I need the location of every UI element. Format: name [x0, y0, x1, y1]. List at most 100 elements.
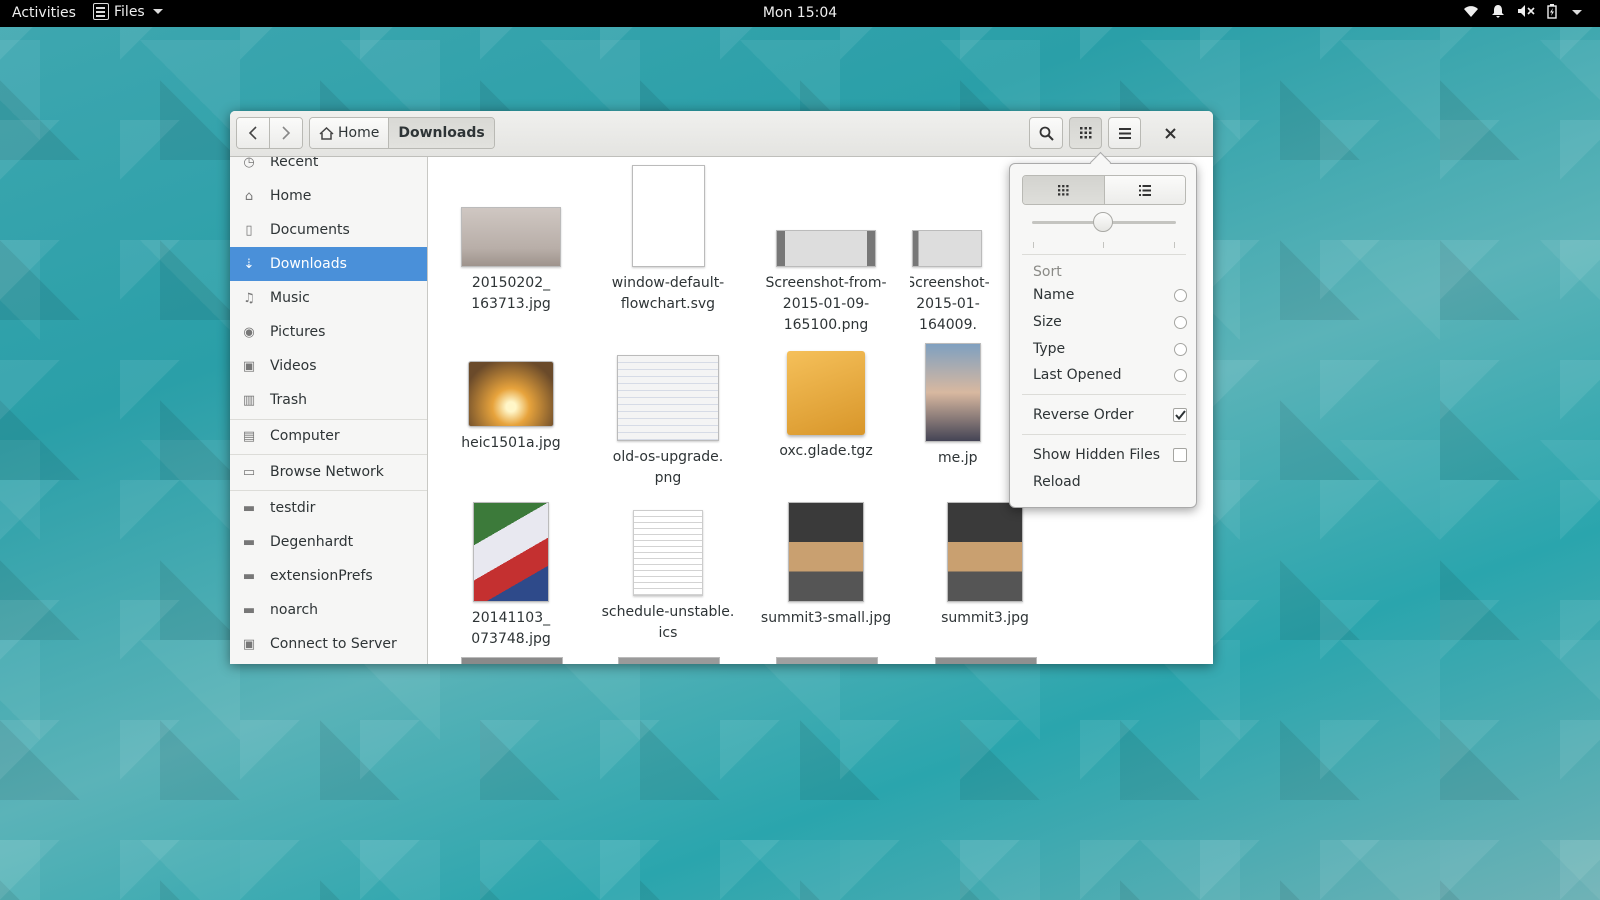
close-button[interactable] — [1154, 117, 1186, 149]
caret-down-icon — [152, 9, 163, 14]
sidebar-item-label: Degenhardt — [270, 534, 354, 550]
sidebar-item-extensionprefs[interactable]: ▬ extensionPrefs — [230, 559, 427, 593]
list-view-button[interactable] — [1103, 176, 1185, 204]
file-item[interactable]: 20141103_ 073748.jpg — [436, 502, 586, 650]
file-name: Screenshot-from- 2015-01-09- 165100.png — [765, 275, 887, 333]
sidebar-item-connect-to-server[interactable]: ▣ Connect to Server — [230, 627, 427, 661]
sidebar-item-label: noarch — [270, 602, 319, 618]
file-thumbnail — [925, 343, 981, 442]
option-label: Type — [1033, 341, 1066, 357]
clock[interactable]: Mon 15:04 — [0, 5, 1600, 21]
sidebar-item-noarch[interactable]: ▬ noarch — [230, 593, 427, 627]
sort-size-option[interactable]: Size — [1033, 311, 1191, 333]
sidebar-item-trash[interactable]: ▥ Trash — [230, 383, 427, 417]
file-item[interactable]: window-default- flowchart.svg — [593, 165, 743, 315]
menu-button[interactable] — [1108, 117, 1141, 149]
sidebar-item-label: Downloads — [270, 256, 347, 272]
sidebar: ◷ Recent ⌂ Home ▯ Documents ⇣ Downloads … — [230, 157, 428, 664]
folder-icon: ▬ — [242, 568, 256, 584]
file-thumbnail — [461, 207, 561, 267]
file-thumbnail[interactable] — [935, 657, 1037, 664]
view-options-popover: Sort Name Size Type Last Opened Reverse … — [1009, 163, 1197, 508]
file-item[interactable]: me.jp — [910, 343, 990, 469]
sidebar-item-browse-network[interactable]: ▭ Browse Network — [230, 455, 427, 489]
file-item[interactable]: oxc.glade.tgz — [751, 351, 901, 462]
file-thumbnail — [473, 502, 549, 602]
sidebar-item-computer[interactable]: ▤ Computer — [230, 419, 427, 453]
list-icon — [1138, 184, 1151, 196]
reverse-order-option[interactable]: Reverse Order — [1033, 404, 1191, 426]
sort-last-opened-option[interactable]: Last Opened — [1033, 364, 1191, 386]
grid-view-button[interactable] — [1023, 176, 1104, 204]
file-thumbnail — [788, 502, 864, 602]
file-item[interactable]: heic1501a.jpg — [436, 361, 586, 454]
zoom-tick — [1033, 242, 1034, 248]
search-icon — [1039, 126, 1054, 141]
sidebar-item-label: Trash — [270, 392, 307, 408]
file-item[interactable]: summit3.jpg — [910, 502, 1060, 629]
archive-icon — [787, 351, 865, 435]
file-name: heic1501a.jpg — [461, 435, 561, 451]
sidebar-item-degenhardt[interactable]: ▬ Degenhardt — [230, 525, 427, 559]
reverse-order-checkbox[interactable] — [1173, 408, 1187, 422]
chevron-right-icon — [282, 126, 291, 140]
forward-button[interactable] — [269, 118, 302, 148]
sidebar-item-documents[interactable]: ▯ Documents — [230, 213, 427, 247]
app-menu[interactable]: Files — [93, 3, 163, 20]
radio-button[interactable] — [1174, 288, 1187, 302]
file-name: Screenshot- 2015-01- 164009. — [910, 275, 990, 333]
file-thumbnail — [631, 165, 705, 267]
battery-icon — [1547, 4, 1557, 19]
sidebar-item-label: Home — [270, 188, 312, 204]
camera-icon: ◉ — [243, 324, 255, 340]
sort-heading: Sort — [1033, 264, 1062, 280]
file-item[interactable]: summit3-small.jpg — [751, 502, 901, 629]
file-item[interactable]: 20150202_ 163713.jpg — [436, 207, 586, 315]
sidebar-item-pictures[interactable]: ◉ Pictures — [230, 315, 427, 349]
home-icon — [319, 126, 334, 140]
sort-name-option[interactable]: Name — [1033, 284, 1191, 306]
sidebar-item-music[interactable]: ♫ Music — [230, 281, 427, 315]
music-icon: ♫ — [243, 290, 255, 306]
popover-separator — [1022, 254, 1186, 255]
sort-type-option[interactable]: Type — [1033, 338, 1191, 360]
file-item[interactable]: schedule-unstable. ics — [593, 510, 743, 644]
radio-button[interactable] — [1174, 368, 1187, 382]
search-button[interactable] — [1029, 117, 1063, 149]
sidebar-item-recent[interactable]: ◷ Recent — [230, 157, 427, 179]
menu-caret-icon — [1572, 10, 1582, 15]
reload-option[interactable]: Reload — [1033, 471, 1191, 493]
option-label: Last Opened — [1033, 367, 1122, 383]
file-thumbnail — [617, 355, 719, 441]
sidebar-item-label: Connect to Server — [270, 636, 397, 652]
path-home-button[interactable]: Home — [310, 118, 389, 148]
sidebar-item-label: Music — [270, 290, 310, 306]
view-mode-toggle — [1022, 175, 1186, 205]
sidebar-item-videos[interactable]: ▣ Videos — [230, 349, 427, 383]
system-tray[interactable] — [1463, 4, 1582, 19]
sidebar-item-testdir[interactable]: ▬ testdir — [230, 491, 427, 525]
show-hidden-files-option[interactable]: Show Hidden Files — [1033, 444, 1191, 466]
hamburger-icon — [1118, 127, 1131, 139]
activities-button[interactable]: Activities — [12, 5, 76, 21]
file-item[interactable]: old-os-upgrade. png — [593, 355, 743, 489]
show-hidden-checkbox[interactable] — [1173, 448, 1187, 462]
sidebar-item-home[interactable]: ⌂ Home — [230, 179, 427, 213]
notification-icon — [1492, 5, 1504, 18]
view-options-button[interactable] — [1069, 117, 1102, 149]
download-icon: ⇣ — [243, 256, 255, 272]
grid-icon — [1057, 184, 1069, 196]
zoom-slider-knob[interactable] — [1093, 212, 1113, 232]
file-item[interactable]: Screenshot-from- 2015-01-09- 165100.png — [751, 230, 901, 336]
radio-button[interactable] — [1174, 315, 1187, 329]
back-button[interactable] — [237, 118, 269, 148]
path-downloads-button[interactable]: Downloads — [388, 118, 494, 148]
file-thumbnail[interactable] — [776, 657, 878, 664]
radio-button[interactable] — [1174, 342, 1187, 356]
file-item[interactable]: Screenshot- 2015-01- 164009. — [910, 230, 1010, 336]
file-thumbnail[interactable] — [461, 657, 563, 664]
file-name: 20150202_ 163713.jpg — [471, 275, 551, 312]
file-thumbnail[interactable] — [618, 657, 720, 664]
sidebar-item-downloads[interactable]: ⇣ Downloads — [230, 247, 427, 281]
option-label: Reload — [1033, 474, 1081, 490]
